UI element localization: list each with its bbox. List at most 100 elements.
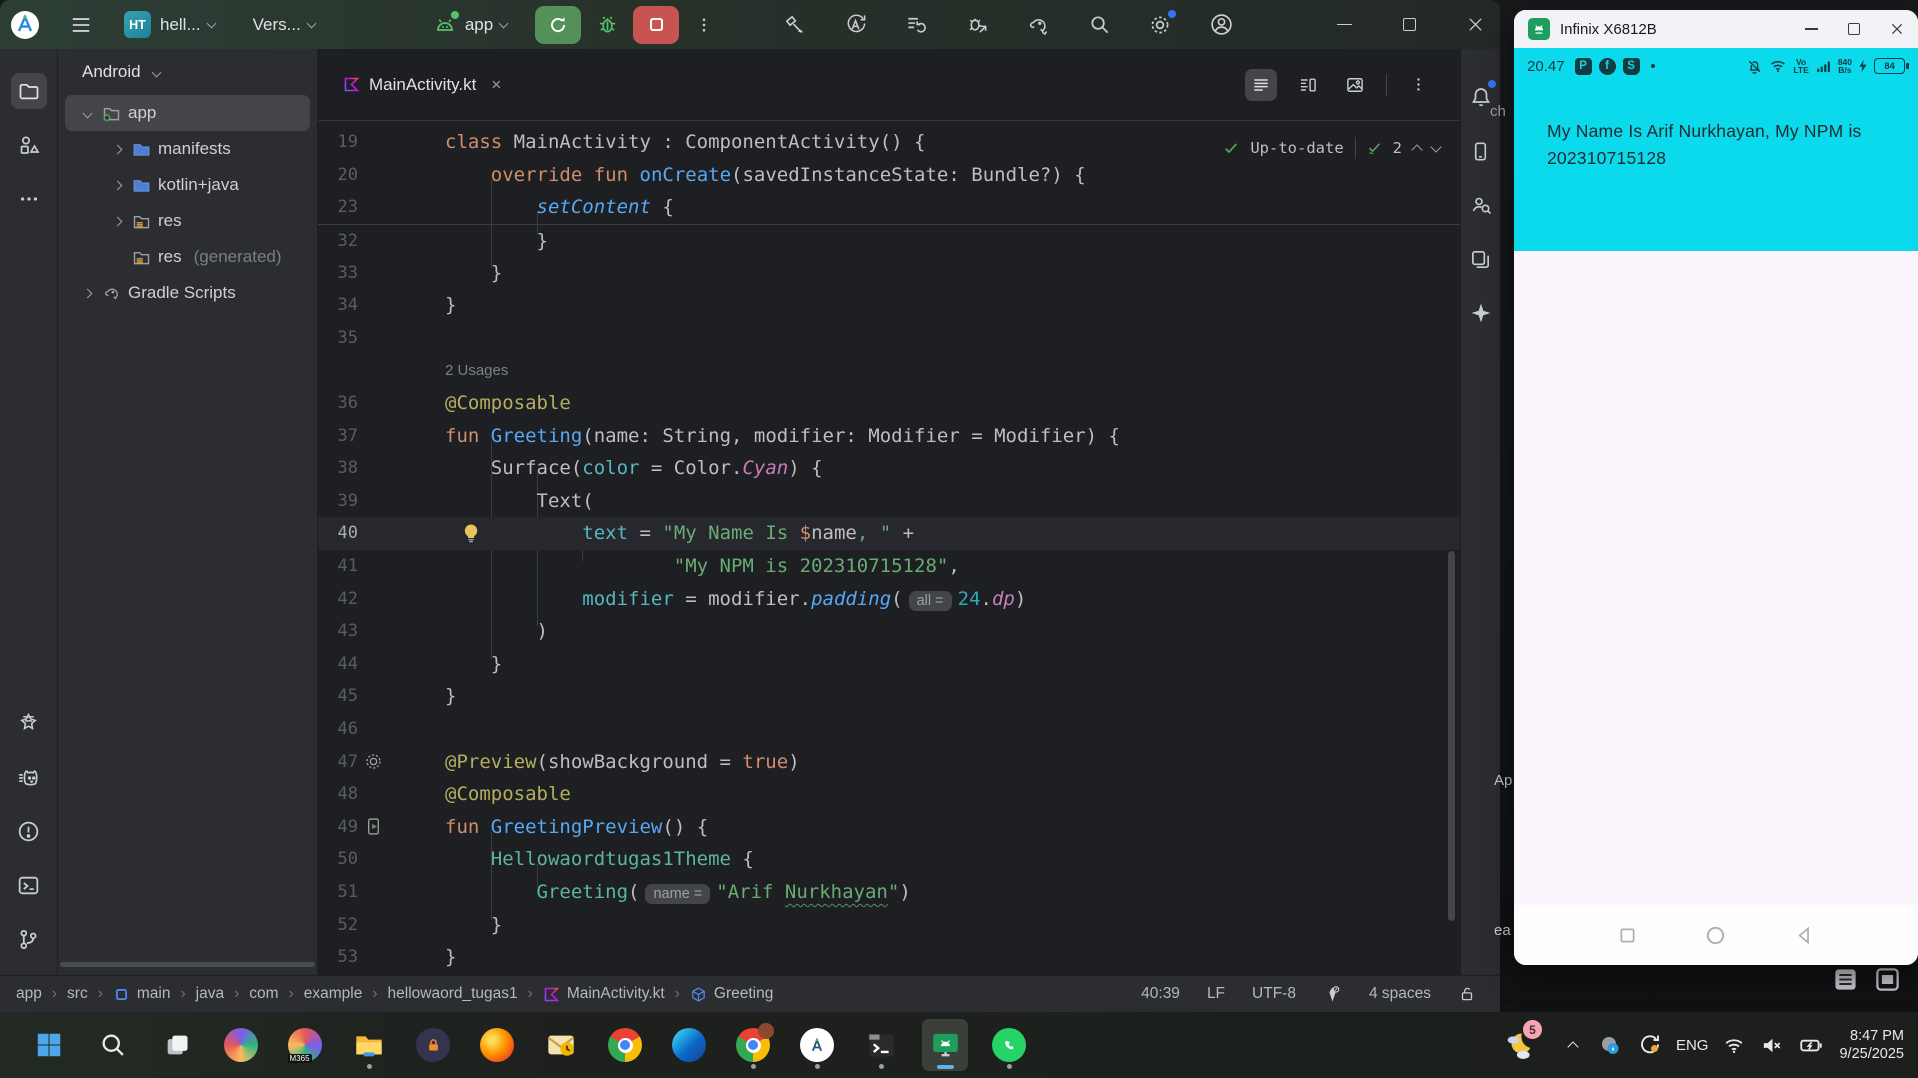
- code-line-20[interactable]: 20 override fun onCreate(savedInstanceSt…: [318, 159, 1460, 192]
- breadcrumb-item-main[interactable]: main: [113, 985, 171, 1003]
- minimize-button[interactable]: [1337, 23, 1352, 26]
- project-view-selector[interactable]: Android: [58, 49, 317, 95]
- close-button[interactable]: [1467, 16, 1484, 33]
- chevron-down-icon[interactable]: [82, 108, 92, 118]
- editor-scrollbar[interactable]: [1448, 551, 1455, 921]
- profile-button[interactable]: [1204, 8, 1238, 42]
- tray-overflow-chevron[interactable]: [1567, 1041, 1579, 1053]
- chrome-button[interactable]: [602, 1019, 648, 1071]
- inlay-hints-icon[interactable]: [1323, 985, 1342, 1004]
- breadcrumb-item-example[interactable]: example: [304, 985, 363, 1003]
- split-view-button[interactable]: [1292, 69, 1324, 101]
- breadcrumb-item-mainactivity-kt[interactable]: MainActivity.kt: [543, 985, 665, 1003]
- code-line-53[interactable]: 53}: [318, 941, 1460, 974]
- app-quality-insights-button[interactable]: [1463, 187, 1499, 223]
- outlook-button[interactable]: [538, 1019, 584, 1071]
- start-button[interactable]: [26, 1019, 72, 1071]
- code-line-35[interactable]: 35: [318, 322, 1460, 355]
- close-button[interactable]: [1890, 22, 1904, 36]
- code-line-43[interactable]: 43 ): [318, 615, 1460, 648]
- breadcrumb-item-app[interactable]: app: [16, 985, 42, 1003]
- tree-item-gradle-scripts[interactable]: Gradle Scripts: [65, 275, 310, 311]
- code-line-47[interactable]: 47 @Preview(showBackground = true): [318, 745, 1460, 778]
- breadcrumb-item-greeting[interactable]: Greeting: [690, 985, 773, 1003]
- firefox-button[interactable]: [474, 1019, 520, 1071]
- build-button[interactable]: [777, 8, 811, 42]
- more-tool-windows-button[interactable]: [11, 181, 47, 217]
- caret-position[interactable]: 40:39: [1141, 985, 1180, 1003]
- android-studio-taskbar-button[interactable]: [794, 1019, 840, 1071]
- minimize-button[interactable]: [1805, 28, 1818, 30]
- system-info-icon[interactable]: [1598, 1033, 1622, 1057]
- breadcrumb-item-src[interactable]: src: [67, 985, 88, 1003]
- update-sync-icon[interactable]: [1637, 1033, 1661, 1057]
- code-editor[interactable]: 19 class MainActivity : ComponentActivity…: [318, 121, 1460, 975]
- run-target-selector[interactable]: app: [433, 10, 509, 37]
- inspections-widget[interactable]: Up-to-date 2: [1217, 132, 1446, 163]
- chevron-right-icon[interactable]: [82, 288, 92, 298]
- input-language[interactable]: ENG: [1676, 1037, 1709, 1054]
- chevron-right-icon[interactable]: [112, 216, 122, 226]
- apply-changes-restart-button[interactable]: [838, 8, 872, 42]
- code-line-46[interactable]: 46: [318, 713, 1460, 746]
- gemini-tool-button[interactable]: [11, 705, 47, 741]
- apply-code-changes-button[interactable]: [899, 8, 933, 42]
- edge-button[interactable]: [666, 1019, 712, 1071]
- gemini-star-icon[interactable]: [1463, 295, 1499, 331]
- code-line-44[interactable]: 44 }: [318, 648, 1460, 681]
- project-tool-button[interactable]: [10, 73, 47, 109]
- search-everywhere-button[interactable]: [1082, 8, 1116, 42]
- m365-copilot-button[interactable]: M365: [282, 1019, 328, 1071]
- prev-problem-icon[interactable]: [1411, 143, 1423, 156]
- tree-item-res[interactable]: res: [65, 203, 310, 239]
- debug-button[interactable]: [590, 8, 624, 42]
- taskbar-search-button[interactable]: [90, 1019, 136, 1071]
- code-line-36[interactable]: 36 @Composable: [318, 387, 1460, 420]
- tree-item-res-generated[interactable]: res (generated): [65, 239, 310, 275]
- file-explorer-button[interactable]: [346, 1019, 392, 1071]
- code-line-inlay[interactable]: 2 Usages: [318, 354, 1460, 387]
- editor-view-mode-button[interactable]: [1245, 68, 1277, 101]
- code-line-42[interactable]: 42 modifier = modifier.padding(all = 24.d…: [318, 582, 1460, 615]
- running-devices-button[interactable]: [1463, 133, 1499, 169]
- taskbar-clock[interactable]: 8:47 PM 9/25/2025: [1839, 1027, 1904, 1063]
- code-line-40[interactable]: 40 text = "My Name Is $name, " +: [318, 517, 1460, 550]
- code-line-49[interactable]: 49 fun GreetingPreview() {: [318, 810, 1460, 843]
- attach-debugger-button[interactable]: [960, 8, 994, 42]
- project-tree-scrollbar[interactable]: [60, 962, 315, 967]
- tree-item-app[interactable]: app: [65, 95, 310, 131]
- usages-inlay-hint[interactable]: 2 Usages: [445, 362, 508, 379]
- code-line-33[interactable]: 33 }: [318, 256, 1460, 289]
- device-window-titlebar[interactable]: Infinix X6812B: [1514, 10, 1918, 48]
- panel-window-icon[interactable]: [1874, 966, 1901, 993]
- next-problem-icon[interactable]: [1430, 140, 1442, 153]
- code-line-51[interactable]: 51 Greeting(name = "Arif Nurkhayan"): [318, 876, 1460, 909]
- code-line-32[interactable]: 32 }: [318, 223, 1460, 257]
- settings-button[interactable]: [1143, 8, 1177, 42]
- breadcrumb-item-com[interactable]: com: [249, 985, 278, 1003]
- code-line-50[interactable]: 50 Hellowaordtugas1Theme {: [318, 843, 1460, 876]
- chrome-profile-button[interactable]: [730, 1019, 776, 1071]
- code-line-39[interactable]: 39 Text(: [318, 485, 1460, 518]
- editor-more-options-button[interactable]: [1402, 69, 1434, 101]
- preview-settings-gutter-icon[interactable]: [358, 751, 388, 772]
- rerun-button[interactable]: [535, 5, 582, 44]
- more-run-actions-button[interactable]: [687, 8, 721, 42]
- code-line-38[interactable]: 38 Surface(color = Color.Cyan) {: [318, 452, 1460, 485]
- terminal-tool-button[interactable]: [11, 867, 47, 903]
- device-explorer-button[interactable]: [1463, 241, 1499, 277]
- code-line-34[interactable]: 34}: [318, 289, 1460, 322]
- code-line-41[interactable]: 41 "My NPM is 202310715128",: [318, 550, 1460, 583]
- command-prompt-button[interactable]: [858, 1019, 904, 1071]
- chevron-right-icon[interactable]: [112, 180, 122, 190]
- task-view-button[interactable]: [154, 1019, 200, 1071]
- maximize-button[interactable]: [1403, 18, 1416, 31]
- code-line-23[interactable]: 23 setContent {: [318, 191, 1460, 224]
- tree-item-manifests[interactable]: manifests: [65, 131, 310, 167]
- recents-button[interactable]: [1617, 925, 1638, 946]
- main-menu-button[interactable]: [64, 8, 98, 42]
- code-line-52[interactable]: 52 }: [318, 908, 1460, 941]
- problems-tool-button[interactable]: [11, 813, 47, 849]
- panel-list-icon[interactable]: [1832, 966, 1859, 993]
- device-mirror-taskbar-button[interactable]: [922, 1019, 968, 1071]
